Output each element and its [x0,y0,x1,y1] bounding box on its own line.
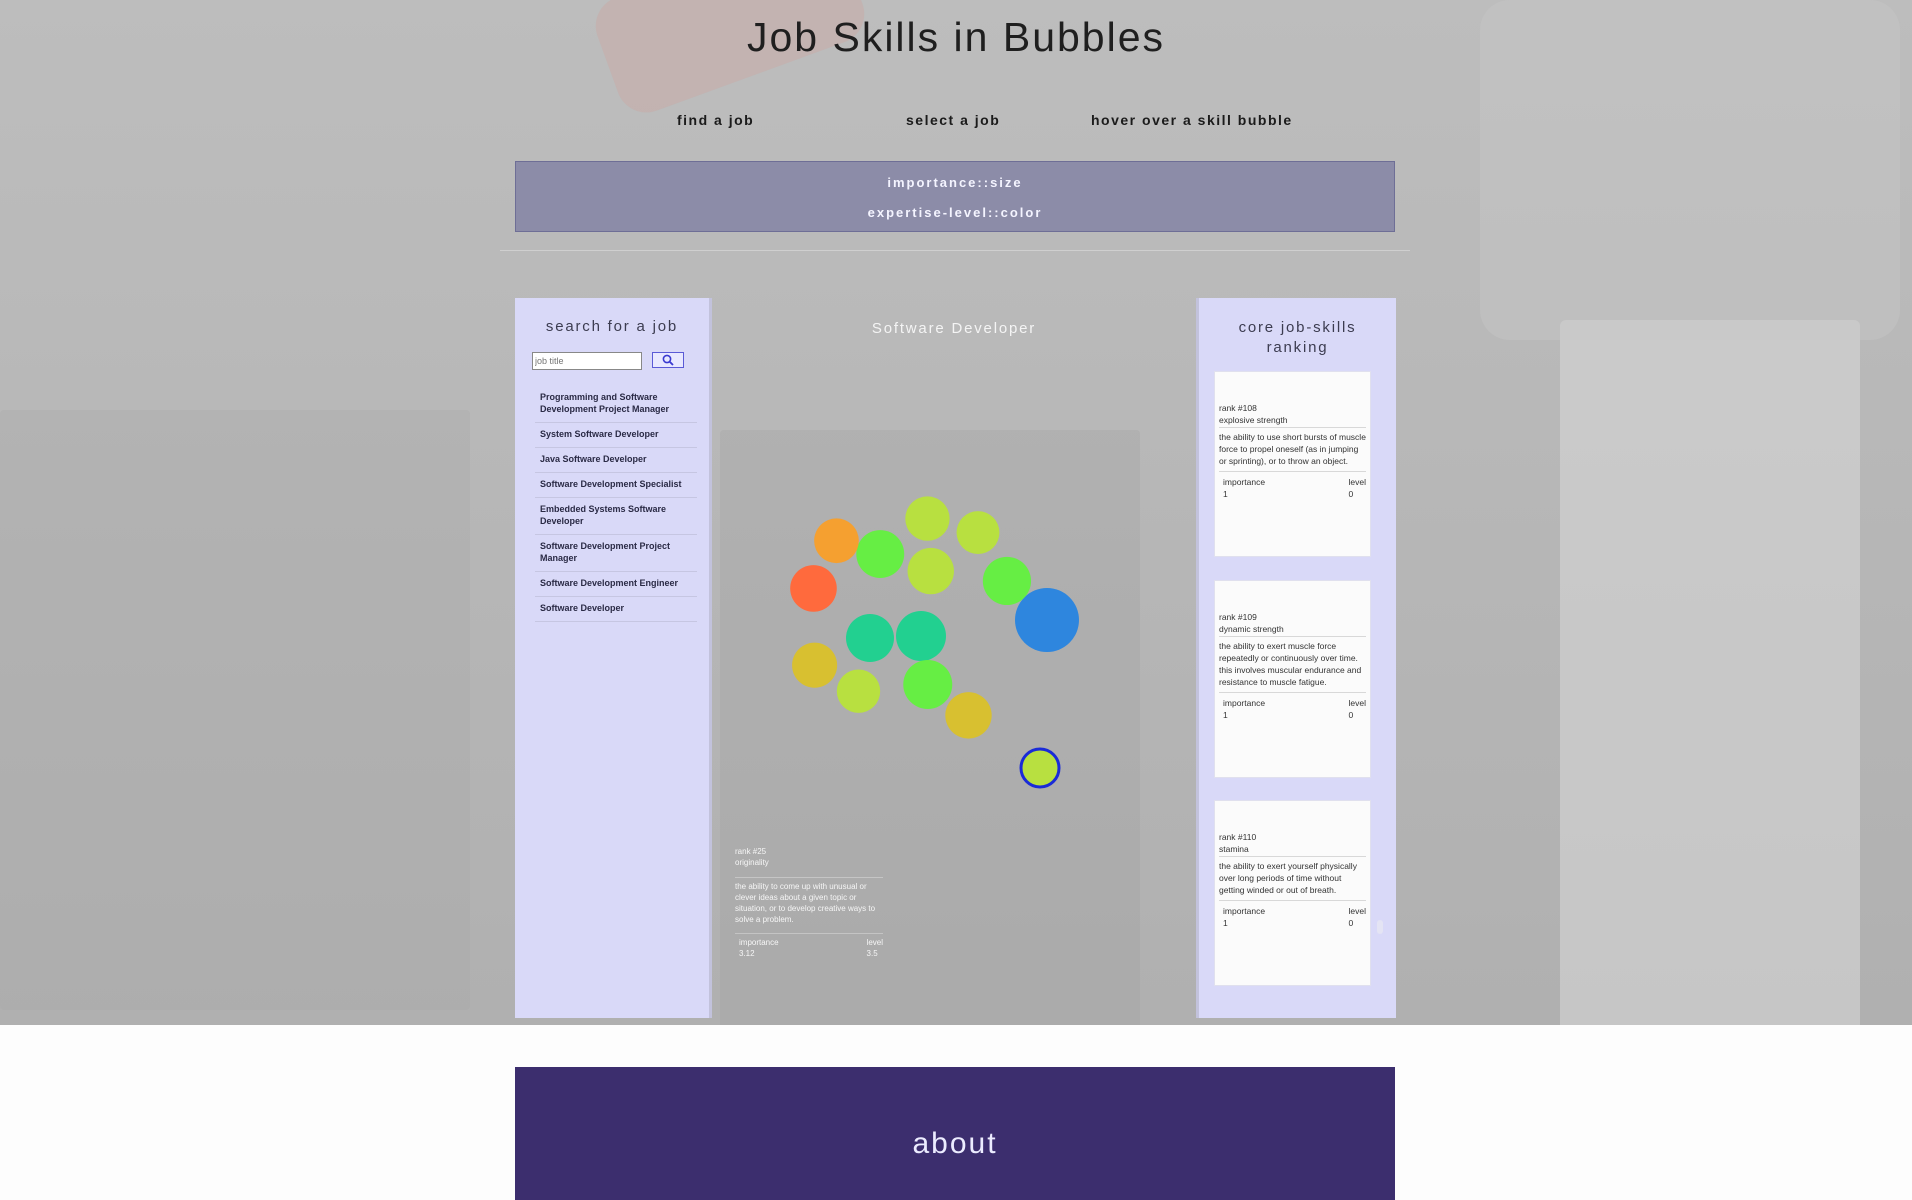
rank-description: the ability to use short bursts of muscl… [1219,432,1366,466]
step-hover-bubble: hover over a skill bubble [1091,112,1293,128]
importance-value: 1 [1223,710,1228,720]
step-select-a-job: select a job [906,112,1001,128]
hero-section: Job Skills in Bubbles find a job select … [0,0,1912,1025]
skill-bubble[interactable] [907,547,954,595]
level-label: level [866,938,883,947]
job-item[interactable]: Programming and Software Development Pro… [535,386,697,423]
rank-metrics: importance 1 level 0 [1219,471,1366,502]
about-section[interactable]: about [515,1067,1395,1200]
level-label: level [1348,477,1366,487]
about-heading: about [912,1127,998,1160]
rank-card: rank #110 stamina the ability to exert y… [1214,800,1371,986]
skill-tooltip: rank #25 originality the ability to come… [735,846,883,963]
importance-label: importance [1223,477,1266,487]
scrollbar-thumb[interactable] [1377,920,1383,934]
rank-metrics: importance 1 level 0 [1219,692,1366,723]
step-find-a-job: find a job [677,112,755,128]
background-cup-shape [1560,320,1860,1025]
skill-bubble[interactable] [792,642,838,688]
job-item[interactable]: Software Development Project Manager [535,535,697,572]
skill-bubble[interactable] [814,518,859,564]
skill-bubble[interactable] [1015,588,1079,652]
tooltip-metrics: importance 3.12 level 3.5 [735,933,883,963]
level-value: 0 [1348,710,1354,720]
ranking-heading: core job-skills ranking [1238,319,1357,356]
importance-label: importance [1223,698,1266,708]
search-input[interactable] [532,352,642,370]
rank-skill-name: dynamic strength [1219,623,1366,637]
skill-bubble[interactable] [982,556,1032,606]
job-item[interactable]: Software Development Engineer [535,572,697,597]
importance-label: importance [1223,906,1266,916]
importance-label: importance [739,938,779,947]
skill-bubble[interactable] [905,496,950,541]
importance-value: 1 [1223,489,1228,499]
job-item[interactable]: Software Development Specialist [535,473,697,498]
search-panel: search for a job Programming and Softwar… [515,298,712,1018]
skill-bubble[interactable] [903,659,953,709]
legend-box: importance::size expertise-level::color [515,161,1395,232]
level-label: level [1348,906,1366,916]
level-value: 0 [1348,489,1354,499]
job-item[interactable]: Software Developer [535,597,697,622]
skill-bubble[interactable] [856,530,905,578]
rank-description: the ability to exert muscle force repeat… [1219,641,1362,687]
search-row [532,352,702,372]
skill-bubble[interactable] [790,565,837,612]
job-list: Programming and Software Development Pro… [535,386,697,622]
rank-card: rank #108 explosive strength the ability… [1214,371,1371,557]
page-title: Job Skills in Bubbles [746,14,1166,60]
search-heading: search for a job [545,318,679,335]
search-button[interactable] [652,352,684,368]
rank-skill-name: stamina [1219,843,1366,857]
tooltip-skill-name: originality [735,858,769,867]
tooltip-description: the ability to come up with unusual or c… [735,877,883,925]
job-item[interactable]: Java Software Developer [535,448,697,473]
importance-value: 3.12 [739,949,755,958]
rank-number: rank #108 [1219,403,1257,413]
background-monitor-shape [0,410,470,1010]
rank-number: rank #110 [1219,832,1257,842]
rank-description: the ability to exert yourself physically… [1219,861,1357,895]
ranking-panel: core job-skills ranking rank #108 explos… [1196,298,1396,1018]
level-value: 0 [1348,918,1354,928]
level-label: level [1348,698,1366,708]
job-item[interactable]: System Software Developer [535,423,697,448]
search-icon [662,354,674,366]
job-item[interactable]: Embedded Systems Software Developer [535,498,697,535]
legend-expertise: expertise-level::color [867,205,1043,220]
skill-bubble[interactable] [896,611,946,661]
rank-card: rank #109 dynamic strength the ability t… [1214,580,1371,778]
importance-value: 1 [1223,918,1228,928]
skill-bubble[interactable] [945,692,992,739]
rank-number: rank #109 [1219,612,1257,622]
tooltip-rank: rank #25 [735,847,767,856]
skill-bubble[interactable] [836,669,881,713]
bubble-panel: Software Developer rank #25 originality … [712,298,1196,1018]
level-value: 3.5 [866,949,878,958]
skill-bubble[interactable] [846,614,894,662]
legend-importance: importance::size [887,175,1023,190]
skill-bubble[interactable] [956,511,1000,554]
divider [500,250,1410,251]
skill-bubble[interactable] [1019,747,1061,789]
rank-skill-name: explosive strength [1219,414,1366,428]
tooltip-importance: importance 3.12 [739,937,779,959]
tooltip-level: level 3.5 [867,937,883,959]
rank-metrics: importance 1 level 0 [1219,900,1366,931]
